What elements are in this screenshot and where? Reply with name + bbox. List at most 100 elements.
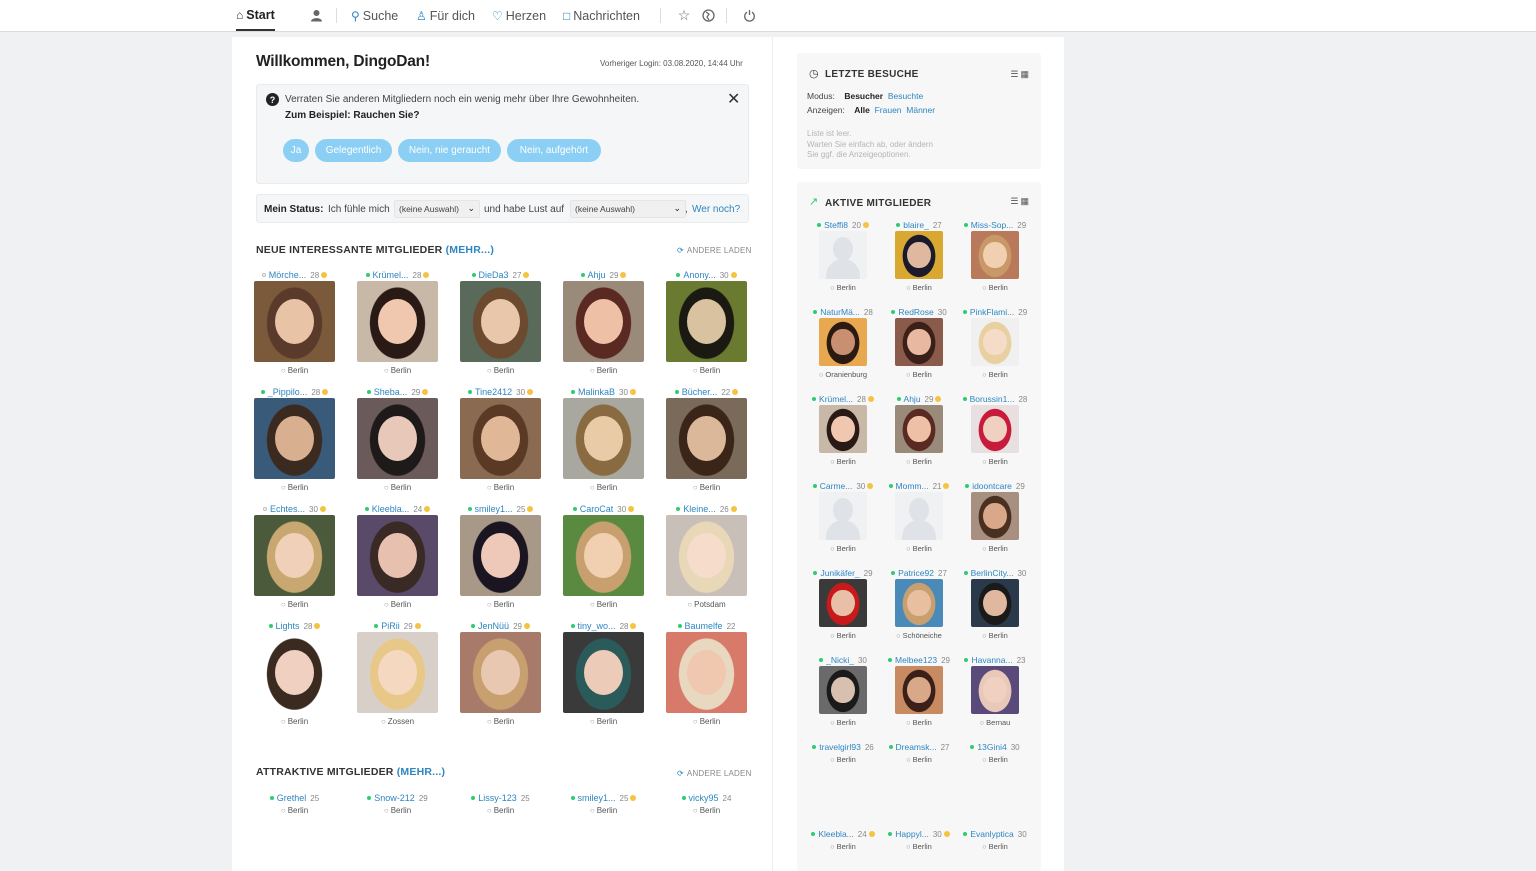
member-name-link[interactable]: Echtes... xyxy=(270,504,305,514)
member-photo[interactable] xyxy=(666,632,747,713)
member-photo[interactable] xyxy=(971,579,1019,627)
active-member-card[interactable]: Junikäfer_ 29 ○ Berlin xyxy=(805,568,881,650)
answer-gelegentlich-button[interactable]: Gelegentlich xyxy=(315,139,392,162)
member-name-link[interactable]: CaroCat xyxy=(580,504,614,514)
active-member-card[interactable]: Melbee123 29 ○ Berlin xyxy=(881,655,957,737)
member-name-link[interactable]: Grethel xyxy=(277,793,307,803)
member-photo[interactable] xyxy=(819,318,867,366)
member-card[interactable]: Echtes... 30 ○ Berlin xyxy=(243,504,346,621)
reload-new-members-button[interactable]: ⟳ ANDERE LADEN xyxy=(677,246,752,255)
member-name-link[interactable]: Kleine... xyxy=(683,504,716,514)
active-member-card[interactable]: Steffi8 20 ○ Berlin xyxy=(805,220,881,302)
wer-noch-link[interactable]: Wer noch? xyxy=(692,204,740,215)
answer-ja-button[interactable]: Ja xyxy=(283,139,309,162)
member-card[interactable]: Ahju 29 ○ Berlin xyxy=(552,270,655,387)
mood-select[interactable]: (keine Auswahl) ⌄ xyxy=(394,200,480,218)
active-member-card[interactable]: 13Gini4 30 ○ Berlin xyxy=(957,742,1033,824)
member-name-link[interactable]: Junikäfer_ xyxy=(820,568,859,578)
active-member-card[interactable]: Dreamsk... 27 ○ Berlin xyxy=(881,742,957,824)
member-photo[interactable] xyxy=(460,398,541,479)
member-name-link[interactable]: JenNüü xyxy=(478,621,509,631)
member-name-link[interactable]: Patrice92 xyxy=(898,568,934,578)
member-card[interactable]: Kleebla... 24 ○ Berlin xyxy=(346,504,449,621)
active-member-card[interactable]: Momm... 21 ○ Berlin xyxy=(881,481,957,563)
member-photo[interactable] xyxy=(666,515,747,596)
active-member-card[interactable]: Patrice92 27 ○ Schöneiche xyxy=(881,568,957,650)
member-photo[interactable] xyxy=(460,515,541,596)
member-name-link[interactable]: vicky95 xyxy=(689,793,719,803)
member-name-link[interactable]: Anony... xyxy=(683,270,715,280)
member-photo[interactable] xyxy=(460,632,541,713)
member-name-link[interactable]: Momm... xyxy=(896,481,929,491)
member-photo[interactable] xyxy=(357,515,438,596)
active-member-card[interactable]: Evanlyptica 30 ○ Berlin xyxy=(957,829,1033,871)
member-photo[interactable] xyxy=(563,632,644,713)
filter-all-option[interactable]: Alle xyxy=(854,105,870,115)
placeholder-avatar-icon[interactable] xyxy=(819,492,867,540)
member-name-link[interactable]: Steffi8 xyxy=(824,220,848,230)
member-name-link[interactable]: _Nicki_ xyxy=(826,655,854,665)
nav-fuer-dich[interactable]: ♙ Für dich xyxy=(416,0,475,31)
member-name-link[interactable]: Kleebla... xyxy=(818,829,853,839)
member-photo[interactable] xyxy=(971,492,1019,540)
member-name-link[interactable]: Krümel... xyxy=(373,270,409,280)
member-card[interactable]: Sheba... 29 ○ Berlin xyxy=(346,387,449,504)
member-name-link[interactable]: Kleebla... xyxy=(372,504,410,514)
member-name-link[interactable]: Lissy-123 xyxy=(478,793,517,803)
member-card[interactable]: Krümel... 28 ○ Berlin xyxy=(346,270,449,387)
view-toggle-icons[interactable]: ☰▦ xyxy=(1010,69,1031,80)
member-card[interactable]: CaroCat 30 ○ Berlin xyxy=(552,504,655,621)
member-card[interactable]: Tine2412 30 ○ Berlin xyxy=(449,387,552,504)
globe-icon[interactable] xyxy=(698,0,718,31)
nav-start[interactable]: ⌂ Start xyxy=(236,0,275,31)
answer-aufgehoert-button[interactable]: Nein, aufgehört xyxy=(507,139,601,162)
view-toggle-icons[interactable]: ☰▦ xyxy=(1010,196,1031,207)
member-photo[interactable] xyxy=(819,405,867,453)
member-card[interactable]: Kleine... 26 ○ Potsdam xyxy=(655,504,758,621)
member-photo[interactable] xyxy=(460,281,541,362)
active-member-card[interactable]: Ahju 29 ○ Berlin xyxy=(881,394,957,476)
member-photo[interactable] xyxy=(895,405,943,453)
member-photo[interactable] xyxy=(254,632,335,713)
nav-herzen[interactable]: ♡ Herzen xyxy=(492,0,546,31)
member-name-link[interactable]: Melbee123 xyxy=(895,655,937,665)
member-name-link[interactable]: Mörche... xyxy=(269,270,307,280)
desire-select[interactable]: (keine Auswahl) ⌄ xyxy=(570,200,686,218)
member-photo[interactable] xyxy=(895,579,943,627)
member-card[interactable]: Baumelfe 22 ○ Berlin xyxy=(655,621,758,738)
active-member-card[interactable]: Carme... 30 ○ Berlin xyxy=(805,481,881,563)
member-photo[interactable] xyxy=(971,666,1019,714)
filter-women-option[interactable]: Frauen xyxy=(875,105,902,115)
member-name-link[interactable]: RedRose xyxy=(898,307,933,317)
member-card[interactable]: DieDa3 27 ○ Berlin xyxy=(449,270,552,387)
member-photo[interactable] xyxy=(895,666,943,714)
member-name-link[interactable]: smiley1... xyxy=(475,504,513,514)
active-member-card[interactable]: BerlinCity... 30 ○ Berlin xyxy=(957,568,1033,650)
reload-attractive-members-button[interactable]: ⟳ ANDERE LADEN xyxy=(677,769,752,778)
active-member-card[interactable]: idoontcare 29 ○ Berlin xyxy=(957,481,1033,563)
member-name-link[interactable]: Krümel... xyxy=(819,394,853,404)
member-photo[interactable] xyxy=(254,281,335,362)
member-card[interactable]: Anony... 30 ○ Berlin xyxy=(655,270,758,387)
member-card[interactable]: JenNüü 29 ○ Berlin xyxy=(449,621,552,738)
member-photo[interactable] xyxy=(563,281,644,362)
active-member-card[interactable]: _Nicki_ 30 ○ Berlin xyxy=(805,655,881,737)
member-photo[interactable] xyxy=(971,231,1019,279)
member-card[interactable]: smiley1... 25 ○ Berlin xyxy=(449,504,552,621)
member-card[interactable]: Grethel 25 ○ Berlin xyxy=(243,793,346,823)
member-card[interactable]: Bücher... 22 ○ Berlin xyxy=(655,387,758,504)
member-name-link[interactable]: _Pippilo... xyxy=(268,387,308,397)
member-photo[interactable] xyxy=(666,398,747,479)
member-name-link[interactable]: Baumelfe xyxy=(685,621,723,631)
member-photo[interactable] xyxy=(357,632,438,713)
user-icon[interactable] xyxy=(306,0,326,31)
member-name-link[interactable]: Tine2412 xyxy=(475,387,512,397)
member-name-link[interactable]: DieDa3 xyxy=(479,270,509,280)
active-member-card[interactable]: NaturMä... 28 ○ Oranienburg xyxy=(805,307,881,389)
member-name-link[interactable]: MalinkaB xyxy=(578,387,615,397)
active-member-card[interactable]: Havanna... 23 ○ Bernau xyxy=(957,655,1033,737)
member-card[interactable]: Mörche... 28 ○ Berlin xyxy=(243,270,346,387)
member-name-link[interactable]: Bücher... xyxy=(682,387,718,397)
active-member-card[interactable]: Borussin1... 28 ○ Berlin xyxy=(957,394,1033,476)
member-name-link[interactable]: smiley1... xyxy=(578,793,616,803)
